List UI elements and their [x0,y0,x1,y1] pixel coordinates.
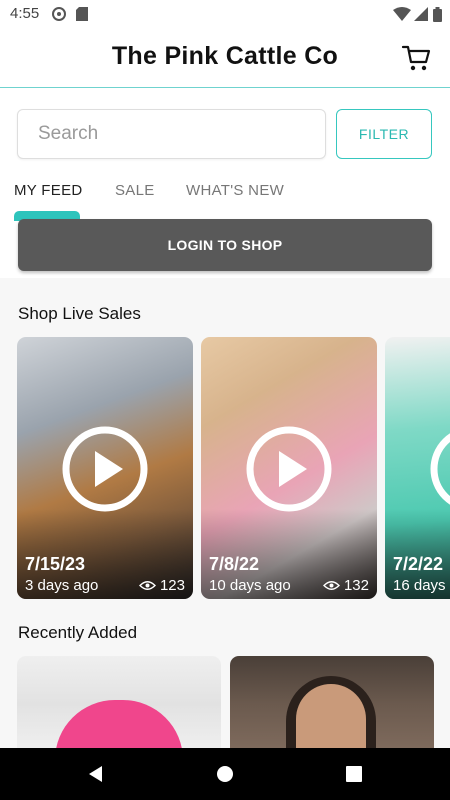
sync-icon [52,7,66,21]
feed-content: Shop Live Sales 7/15/23 3 days ago 123 7… [0,278,450,748]
search-input[interactable] [18,110,325,158]
recently-added-title: Recently Added [18,623,138,642]
live-sale-views: 132 [322,577,369,594]
eye-icon [138,581,156,590]
tab-my-feed[interactable]: MY FEED [14,182,83,199]
battery-icon [433,7,442,22]
status-time: 4:55 [10,5,40,22]
views-count: 132 [343,577,369,594]
recents-icon[interactable] [344,764,364,784]
live-sale-card[interactable]: 7/2/22 16 days [385,337,450,599]
product-image-hat [55,700,183,748]
live-sale-date: 7/15/23 [25,554,86,574]
recent-product-card[interactable] [230,656,434,748]
live-sales-title: Shop Live Sales [18,304,141,323]
tab-sale[interactable]: SALE [115,182,155,199]
cart-button[interactable] [400,42,432,74]
live-sale-ago: 3 days ago [25,577,99,594]
eye-icon [322,581,340,590]
product-image-face [296,684,366,748]
play-icon[interactable] [245,425,333,513]
app-header: The Pink Cattle Co [0,28,450,88]
live-sale-date: 7/2/22 [393,554,444,574]
back-icon[interactable] [86,764,106,784]
wifi-icon [393,7,411,21]
cart-icon [401,45,431,71]
play-icon[interactable] [429,425,450,513]
recent-product-card[interactable] [17,656,221,748]
login-to-shop-button[interactable]: LOGIN TO SHOP [18,219,432,271]
system-nav-bar [0,748,450,800]
sd-card-icon [76,7,88,21]
home-icon[interactable] [215,764,235,784]
filter-button[interactable]: FILTER [336,109,432,159]
search-box [17,109,326,159]
live-sale-views: 123 [138,577,185,594]
live-sale-card[interactable]: 7/8/22 10 days ago 132 [201,337,377,599]
live-sale-ago: 10 days ago [209,577,291,594]
views-count: 123 [159,577,185,594]
app-title: The Pink Cattle Co [111,42,339,70]
live-sale-date: 7/8/22 [209,554,260,574]
signal-icon [414,7,428,21]
status-bar: 4:55 [0,0,450,28]
play-icon[interactable] [61,425,149,513]
live-sale-ago: 16 days [393,577,446,594]
live-sale-card[interactable]: 7/15/23 3 days ago 123 [17,337,193,599]
tab-whats-new[interactable]: WHAT'S NEW [186,182,284,199]
